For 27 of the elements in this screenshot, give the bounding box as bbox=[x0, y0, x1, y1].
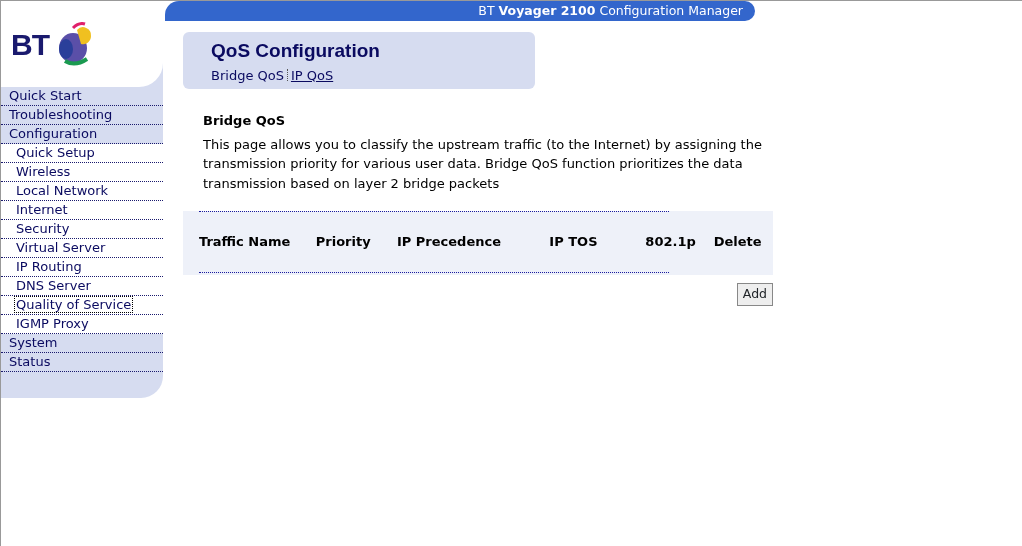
logo-text: BT bbox=[11, 26, 49, 63]
page-title: QoS Configuration bbox=[211, 39, 381, 63]
column-header: IP TOS bbox=[549, 234, 598, 250]
sidebar-item[interactable]: Security bbox=[1, 220, 163, 239]
column-header: Delete bbox=[713, 234, 762, 250]
column-header: IP Precedence bbox=[396, 234, 501, 250]
tab[interactable]: IP QoS bbox=[290, 65, 334, 85]
tab[interactable]: Bridge QoS bbox=[211, 65, 284, 85]
column-header: Traffic Name bbox=[199, 234, 291, 250]
sidebar-item[interactable]: Quick Setup bbox=[1, 144, 163, 163]
sidebar-item[interactable]: DNS Server bbox=[1, 277, 163, 296]
section-heading: Bridge QoS bbox=[203, 112, 287, 130]
column-header: Priority bbox=[315, 234, 371, 250]
header-title: BT Voyager 2100 Configuration Manager bbox=[478, 3, 743, 18]
sidebar-item[interactable]: Quality of Service bbox=[1, 296, 163, 315]
sidebar-item[interactable]: IGMP Proxy bbox=[1, 315, 163, 334]
sidebar-item[interactable]: IP Routing bbox=[1, 258, 163, 277]
sidebar-item[interactable]: Configuration bbox=[1, 125, 163, 144]
sidebar-item[interactable]: Quick Start bbox=[1, 87, 163, 106]
sidebar-item[interactable]: Troubleshooting bbox=[1, 106, 163, 125]
sidebar-item[interactable]: Wireless bbox=[1, 163, 163, 182]
column-header: 802.1p bbox=[645, 234, 696, 250]
sidebar-item[interactable]: Local Network bbox=[1, 182, 163, 201]
sidebar-item[interactable]: Internet bbox=[1, 201, 163, 220]
sidebar-item[interactable]: Virtual Server bbox=[1, 239, 163, 258]
add-button[interactable]: Add bbox=[736, 283, 773, 306]
description-text: This page allows you to classify the upstream traffic (to the Internet) by assigning the transmission priority for various user data. Bridge QoS function prioritizes the data transmission based on layer 2 bridge packets bbox=[203, 135, 763, 193]
